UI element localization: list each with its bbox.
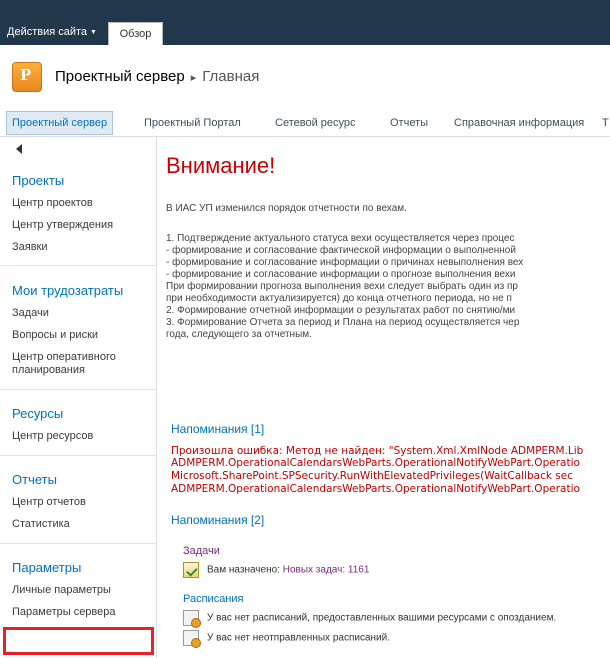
nav-item-resource-center[interactable]: Центр ресурсов [12, 430, 152, 443]
error-line: Microsoft.SharePoint.SPSecurity.RunWithE… [171, 470, 574, 482]
topnav-item-more[interactable]: Т [602, 111, 609, 135]
schedule-row-text: У вас нет расписаний, предоставленных ва… [207, 612, 557, 624]
nav-heading-settings[interactable]: Параметры [12, 560, 81, 575]
project-server-logo-icon[interactable]: P [12, 62, 42, 92]
topnav-item-help[interactable]: Справочная информация [454, 111, 584, 135]
nav-item-issues-risks[interactable]: Вопросы и риски [12, 329, 152, 342]
site-actions-menu[interactable]: Действия сайта ▼ [7, 26, 97, 38]
schedule-icon [183, 630, 201, 648]
announcement-line: при необходимости актуализируется) до ко… [166, 293, 512, 304]
reminders-2-heading[interactable]: Напоминания [2] [171, 513, 264, 527]
announcement-line: - формирование и согласование информации… [166, 257, 524, 268]
nav-heading-timesheets[interactable]: Мои трудозатраты [12, 283, 123, 298]
top-navigation: Проектный сервер Проектный Портал Сетево… [0, 107, 610, 137]
task-icon [183, 562, 199, 578]
title-area: P Проектный сервер ▸ Главная [0, 45, 610, 107]
topnav-item-reports[interactable]: Отчеты [390, 111, 428, 135]
nav-item-statistics[interactable]: Статистика [12, 518, 152, 531]
nav-heading-projects[interactable]: Проекты [12, 173, 64, 188]
main-content: Внимание! В ИАС УП изменился порядок отч… [157, 137, 610, 658]
highlight-box [3, 627, 154, 655]
nav-divider [0, 543, 156, 544]
nav-divider [0, 265, 156, 266]
new-tasks-link[interactable]: Новых задач: 1161 [283, 565, 370, 576]
announcement-line: - формирование и согласование информации… [166, 269, 516, 280]
breadcrumb: Проектный сервер ▸ Главная [55, 68, 259, 85]
announcement-line: 2. Формирование отчетной информации о ре… [166, 305, 516, 316]
logo-glyph: P [20, 66, 32, 84]
nav-heading-reports[interactable]: Отчеты [12, 472, 57, 487]
nav-item-project-center[interactable]: Центр проектов [12, 197, 152, 210]
schedule-icon [183, 610, 201, 628]
quick-launch: Проекты Центр проектов Центр утверждения… [0, 137, 157, 658]
reminders-1-heading[interactable]: Напоминания [1] [171, 422, 264, 436]
announcement-line: 1. Подтверждение актуального статуса вех… [166, 233, 515, 244]
nav-item-approval-center[interactable]: Центр утверждения [12, 219, 152, 232]
announcement-line: При формировании прогноза выполнения вех… [166, 281, 518, 292]
site-actions-label: Действия сайта [7, 26, 88, 38]
schedule-row: У вас нет неотправленных расписаний. [183, 630, 390, 648]
page-title: Главная [202, 68, 260, 85]
tasks-row: Вам назначено: Новых задач: 1161 [183, 562, 369, 578]
collapse-left-icon[interactable] [16, 144, 22, 154]
announcement-line: 3. Формирование Отчета за период и Плана… [166, 317, 520, 328]
nav-item-personal-settings[interactable]: Личные параметры [12, 584, 152, 597]
nav-heading-resources[interactable]: Ресурсы [12, 406, 63, 421]
error-line: ADMPERM.OperationalCalendarsWebParts.Ope… [171, 457, 580, 469]
breadcrumb-site-link[interactable]: Проектный сервер [55, 68, 185, 85]
tab-browse[interactable]: Обзор [108, 22, 163, 45]
error-line: ADMPERM.OperationalCalendarsWebParts.Ope… [171, 483, 580, 495]
tasks-assigned-label: Вам назначено: [207, 564, 280, 576]
ribbon-bar: Действия сайта ▼ Обзор [0, 0, 610, 45]
breadcrumb-separator-icon: ▸ [190, 72, 197, 84]
nav-item-server-settings[interactable]: Параметры сервера [12, 606, 152, 619]
announcement-line: - формирование и согласование фактическо… [166, 245, 516, 256]
announcement-line: года, следующего за отчетным. [166, 329, 312, 340]
schedule-row: У вас нет расписаний, предоставленных ва… [183, 610, 557, 628]
nav-item-tasks[interactable]: Задачи [12, 307, 152, 320]
schedule-row-text: У вас нет неотправленных расписаний. [207, 632, 390, 644]
nav-item-report-center[interactable]: Центр отчетов [12, 496, 152, 509]
error-line: Произошла ошибка: Метод не найден: "Syst… [171, 445, 584, 457]
topnav-item-project-server[interactable]: Проектный сервер [6, 111, 114, 135]
chevron-down-icon: ▼ [90, 29, 97, 36]
announcement-intro: В ИАС УП изменился порядок отчетности по… [166, 203, 407, 214]
nav-divider [0, 455, 156, 456]
topnav-item-project-portal[interactable]: Проектный Портал [144, 111, 241, 135]
schedules-heading[interactable]: Расписания [183, 593, 243, 605]
nav-divider [0, 389, 156, 390]
topnav-item-network-resource[interactable]: Сетевой ресурс [275, 111, 356, 135]
nav-item-requests[interactable]: Заявки [12, 241, 152, 254]
nav-item-operational-planning[interactable]: Центр оперативного планирования [12, 351, 152, 377]
tasks-heading[interactable]: Задачи [183, 545, 220, 557]
warning-title: Внимание! [166, 153, 276, 178]
